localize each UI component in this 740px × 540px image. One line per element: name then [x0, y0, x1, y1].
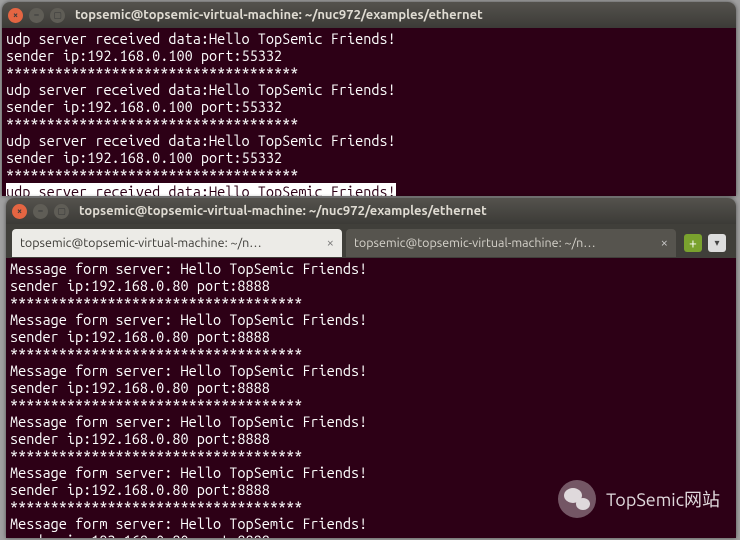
terminal-output[interactable]: udp server received data:Hello TopSemic … — [2, 28, 736, 196]
terminal-tab-2[interactable]: topsemic@topsemic-virtual-machine: ~/n… … — [346, 229, 676, 257]
watermark-text: TopSemic网站 — [606, 486, 720, 512]
terminal-window-1: × – ▢ topsemic@topsemic-virtual-machine:… — [2, 2, 736, 196]
tab-bar: topsemic@topsemic-virtual-machine: ~/n… … — [6, 224, 736, 258]
new-tab-button[interactable]: + — [684, 234, 702, 252]
titlebar[interactable]: × – ▢ topsemic@topsemic-virtual-machine:… — [6, 198, 736, 224]
close-icon[interactable]: × — [8, 8, 23, 23]
close-icon[interactable]: × — [12, 204, 27, 219]
tab-menu-button[interactable]: ▾ — [708, 234, 726, 252]
maximize-icon[interactable]: ▢ — [50, 8, 65, 23]
close-icon[interactable]: × — [327, 236, 334, 250]
terminal-line: udp server received data:Hello TopSemic … — [6, 183, 396, 196]
terminal-tab-1[interactable]: topsemic@topsemic-virtual-machine: ~/n… … — [12, 229, 342, 257]
tab-label: topsemic@topsemic-virtual-machine: ~/n… — [20, 236, 321, 250]
titlebar[interactable]: × – ▢ topsemic@topsemic-virtual-machine:… — [2, 2, 736, 28]
watermark: TopSemic网站 — [558, 480, 720, 518]
minimize-icon[interactable]: – — [33, 204, 48, 219]
tab-label: topsemic@topsemic-virtual-machine: ~/n… — [354, 236, 655, 250]
window-title: topsemic@topsemic-virtual-machine: ~/nuc… — [75, 8, 483, 22]
close-icon[interactable]: × — [661, 236, 668, 250]
maximize-icon[interactable]: ▢ — [54, 204, 69, 219]
minimize-icon[interactable]: – — [29, 8, 44, 23]
window-title: topsemic@topsemic-virtual-machine: ~/nuc… — [79, 204, 487, 218]
wechat-icon — [558, 480, 596, 518]
